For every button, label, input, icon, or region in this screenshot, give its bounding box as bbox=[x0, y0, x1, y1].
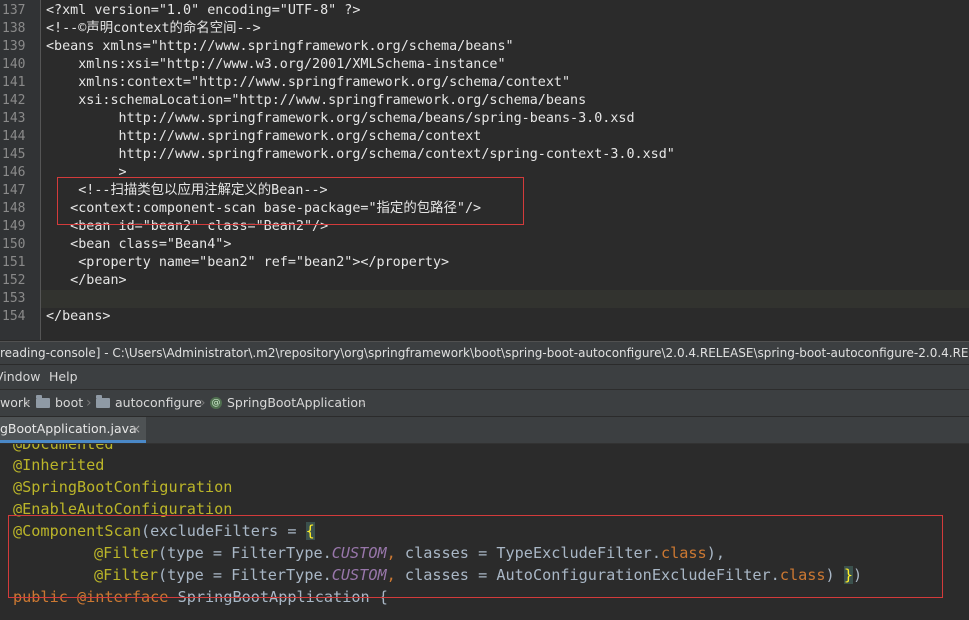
folder-icon bbox=[36, 395, 50, 408]
line-number: 151 bbox=[2, 255, 26, 270]
xml-code-line: http://www.springframework.org/schema/co… bbox=[46, 129, 482, 144]
xml-code-line: xmlns:xsi="http://www.w3.org/2001/XMLSch… bbox=[46, 57, 506, 72]
line-number: 150 bbox=[2, 237, 26, 252]
tab-label: gBootApplication.java bbox=[0, 421, 137, 436]
xml-code-line: <property name="bean2" ref="bean2"></pro… bbox=[46, 255, 450, 270]
breadcrumb-label: SpringBootApplication bbox=[227, 395, 366, 410]
menu-help[interactable]: Help bbox=[49, 365, 78, 389]
line-number: 147 bbox=[2, 183, 26, 198]
menu-window[interactable]: Vindow bbox=[0, 365, 40, 389]
line-number: 152 bbox=[2, 273, 26, 288]
component-scan-highlight-box bbox=[57, 177, 524, 225]
folder-icon bbox=[96, 395, 110, 408]
breadcrumb-label: boot bbox=[55, 395, 84, 410]
line-number: 146 bbox=[2, 165, 26, 180]
line-number: 143 bbox=[2, 111, 26, 126]
editor-tab-bar: gBootApplication.java × bbox=[0, 417, 969, 444]
chevron-right-icon: › bbox=[25, 395, 31, 411]
line-number: 141 bbox=[2, 75, 26, 90]
line-number: 142 bbox=[2, 93, 26, 108]
line-number: 140 bbox=[2, 57, 26, 72]
component-scan-highlight-box bbox=[8, 515, 943, 598]
window-title-bar: reading-console] - C:\Users\Administrato… bbox=[0, 341, 969, 364]
breadcrumb: work › boot › autoconfigure › @ SpringBo… bbox=[0, 390, 969, 417]
xml-code-line: <?xml version="1.0" encoding="UTF-8" ?> bbox=[46, 3, 361, 18]
java-code-line: @SpringBootConfiguration bbox=[13, 478, 233, 496]
line-number: 139 bbox=[2, 39, 26, 54]
xml-code-line: xsi:schemaLocation="http://www.springfra… bbox=[46, 93, 587, 108]
breadcrumb-label: autoconfigure bbox=[115, 395, 202, 410]
chevron-right-icon: › bbox=[360, 395, 366, 411]
xml-code-line: http://www.springframework.org/schema/be… bbox=[46, 111, 635, 126]
annotation-type-icon: @ bbox=[210, 397, 222, 409]
close-icon[interactable]: × bbox=[131, 417, 141, 441]
xml-code-line: <beans xmlns="http://www.springframework… bbox=[46, 39, 514, 54]
xml-code-line: <bean class="Bean4"> bbox=[46, 237, 232, 252]
chevron-right-icon: › bbox=[86, 395, 92, 411]
xml-editor[interactable]: 137 138 139 140 141 142 143 144 145 146 … bbox=[0, 0, 969, 340]
chevron-right-icon: › bbox=[200, 395, 206, 411]
tab-springbootapplication-java[interactable]: gBootApplication.java × bbox=[0, 417, 146, 443]
line-number: 138 bbox=[2, 21, 26, 36]
xml-code-line: http://www.springframework.org/schema/co… bbox=[46, 147, 675, 162]
window-title: reading-console] - C:\Users\Administrato… bbox=[0, 346, 969, 360]
java-editor[interactable]: @Documented @Inherited @SpringBootConfig… bbox=[0, 444, 969, 620]
line-number: 154 bbox=[2, 309, 26, 324]
menu-bar: Vindow Help bbox=[0, 365, 969, 390]
current-line-highlight bbox=[41, 290, 969, 308]
xml-code-line: </beans> bbox=[46, 309, 111, 324]
line-number: 153 bbox=[2, 291, 26, 306]
line-number: 144 bbox=[2, 129, 26, 144]
xml-code-line: xmlns:context="http://www.springframewor… bbox=[46, 75, 571, 90]
line-number: 148 bbox=[2, 201, 26, 216]
xml-code-line: </bean> bbox=[46, 273, 127, 288]
breadcrumb-item-boot[interactable]: boot bbox=[36, 390, 83, 416]
line-number: 145 bbox=[2, 147, 26, 162]
breadcrumb-item-autoconfigure[interactable]: autoconfigure bbox=[96, 390, 202, 416]
java-code-line: @Inherited bbox=[13, 456, 105, 474]
breadcrumb-item-springbootapplication[interactable]: @ SpringBootApplication bbox=[210, 390, 366, 416]
line-number: 149 bbox=[2, 219, 26, 234]
xml-code-line: <!--©声明context的命名空间--> bbox=[46, 21, 261, 36]
line-number: 137 bbox=[2, 3, 26, 18]
